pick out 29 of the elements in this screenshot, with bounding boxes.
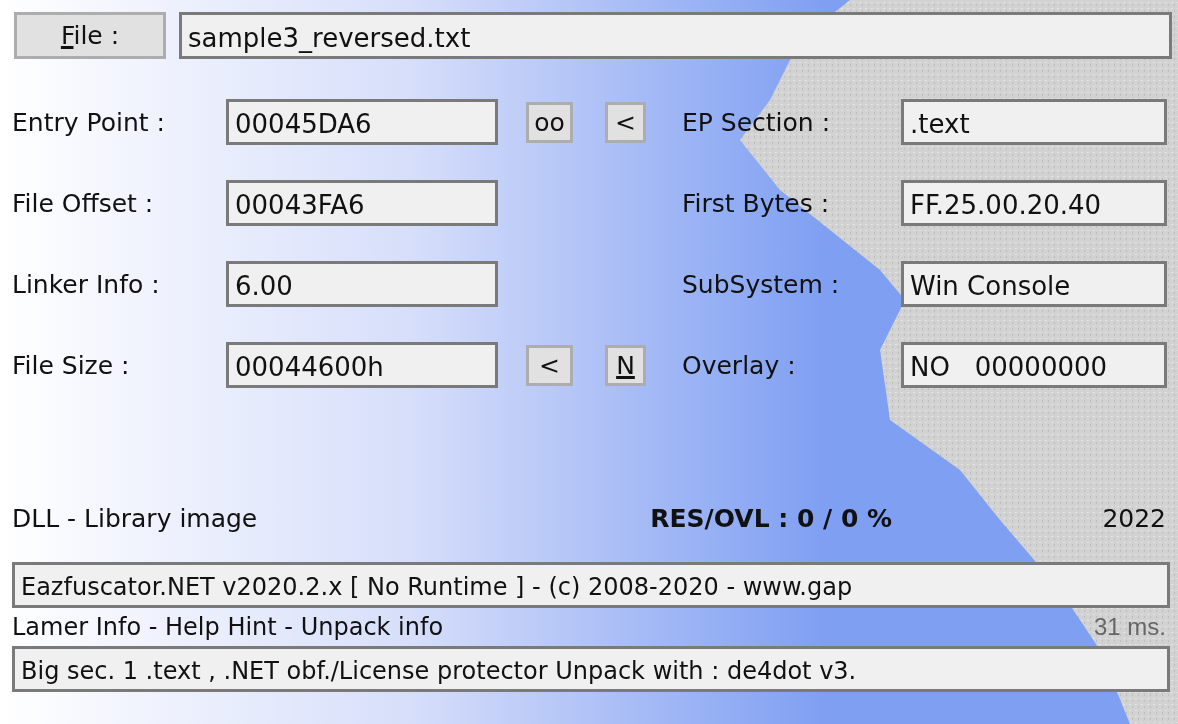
value-field: Win Console xyxy=(901,261,1167,307)
small-button[interactable]: N xyxy=(605,344,646,386)
res-ovl-text: RES/OVL : 0 / 0 % xyxy=(650,503,893,533)
file-button[interactable]: File : xyxy=(14,12,166,59)
value-field: NO 00000000 xyxy=(901,342,1167,388)
field-label: Overlay : xyxy=(682,350,797,380)
info-links[interactable]: Lamer Info - Help Hint - Unpack info xyxy=(12,613,444,641)
image-type-text: DLL - Library image xyxy=(12,503,258,533)
field-label: First Bytes : xyxy=(682,188,831,218)
small-button[interactable]: < xyxy=(605,101,646,143)
field-label: Entry Point : xyxy=(12,107,166,137)
small-button[interactable]: oo xyxy=(526,101,573,143)
detection-field: Eazfuscator.NET v2020.2.x [ No Runtime ] - (c) 2008-2020 - www.gap xyxy=(12,562,1170,608)
hint-field: Big sec. 1 .text , .NET obf./License protector Unpack with : de4dot v3. xyxy=(12,646,1170,692)
field-label: File Offset : xyxy=(12,188,155,218)
file-path-field: sample3_reversed.txt xyxy=(179,12,1172,59)
value-field: .text xyxy=(901,99,1167,145)
field-label: SubSystem : xyxy=(682,269,841,299)
field-label: File Size : xyxy=(12,350,131,380)
value-field: 00044600h xyxy=(226,342,498,388)
small-button[interactable]: < xyxy=(526,344,573,386)
field-label: EP Section : xyxy=(682,107,832,137)
value-field: FF.25.00.20.40 xyxy=(901,180,1167,226)
scan-time-text: 31 ms. xyxy=(1093,613,1166,641)
value-field: 6.00 xyxy=(226,261,498,307)
field-label: Linker Info : xyxy=(12,269,161,299)
value-field: 00045DA6 xyxy=(226,99,498,145)
year-text: 2022 xyxy=(1102,503,1166,533)
value-field: 00043FA6 xyxy=(226,180,498,226)
